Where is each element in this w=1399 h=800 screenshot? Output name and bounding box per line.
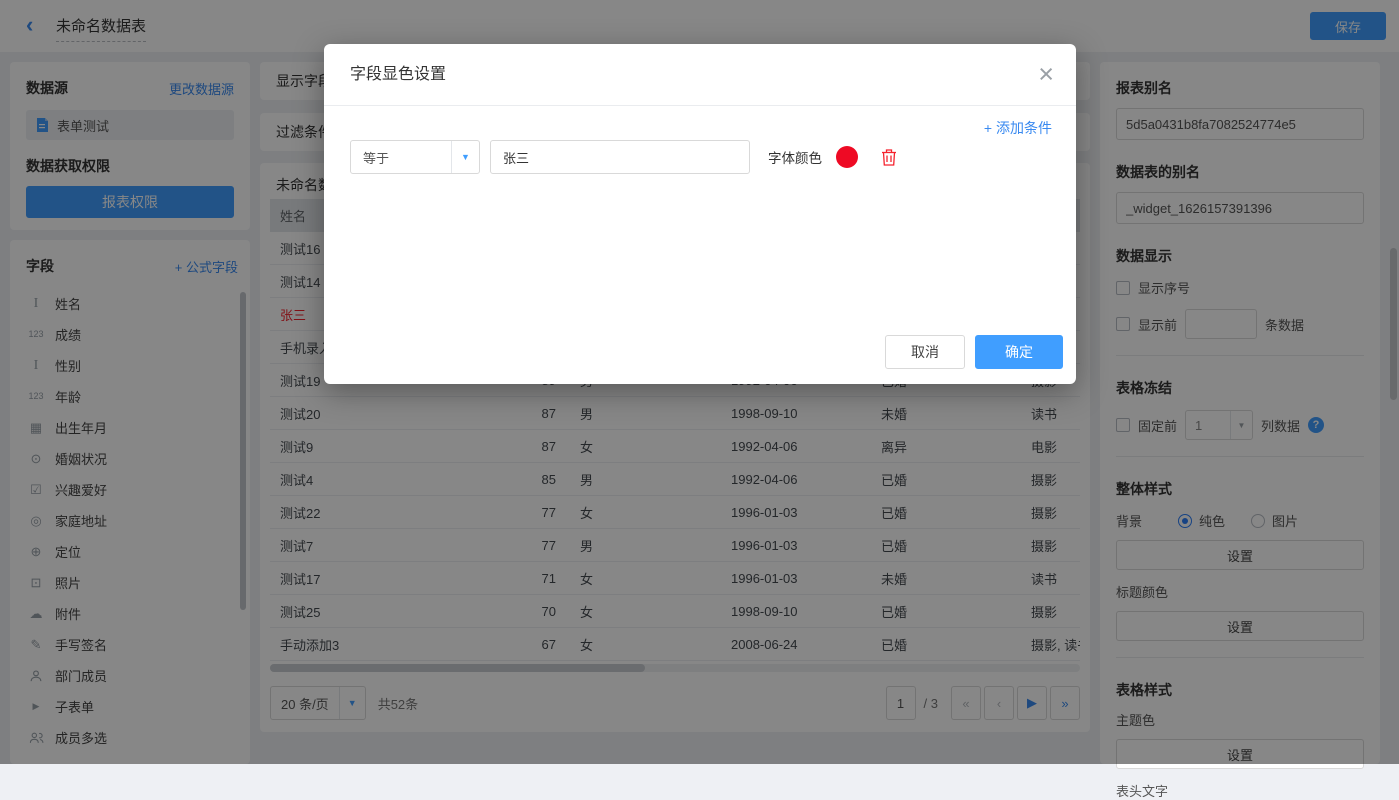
chevron-down-icon: ▼ bbox=[451, 141, 479, 173]
color-swatch[interactable] bbox=[836, 146, 858, 168]
header-text-label: 表头文字 bbox=[1116, 781, 1364, 800]
operator-select[interactable]: 等于 ▼ bbox=[350, 140, 480, 174]
trash-icon[interactable] bbox=[880, 148, 898, 167]
condition-value-input[interactable] bbox=[490, 140, 750, 174]
operator-value: 等于 bbox=[351, 148, 451, 167]
close-icon[interactable]: × bbox=[1038, 58, 1054, 90]
cancel-button[interactable]: 取消 bbox=[885, 335, 965, 369]
add-condition-link[interactable]: + 添加条件 bbox=[984, 118, 1052, 138]
condition-row: 等于 ▼ 字体颜色 bbox=[350, 140, 898, 174]
field-color-modal: 字段显色设置 × + 添加条件 等于 ▼ 字体颜色 取消 确定 bbox=[324, 44, 1076, 384]
modal-title: 字段显色设置 bbox=[324, 44, 1076, 106]
ok-button[interactable]: 确定 bbox=[975, 335, 1063, 369]
font-color-label: 字体颜色 bbox=[768, 147, 822, 167]
